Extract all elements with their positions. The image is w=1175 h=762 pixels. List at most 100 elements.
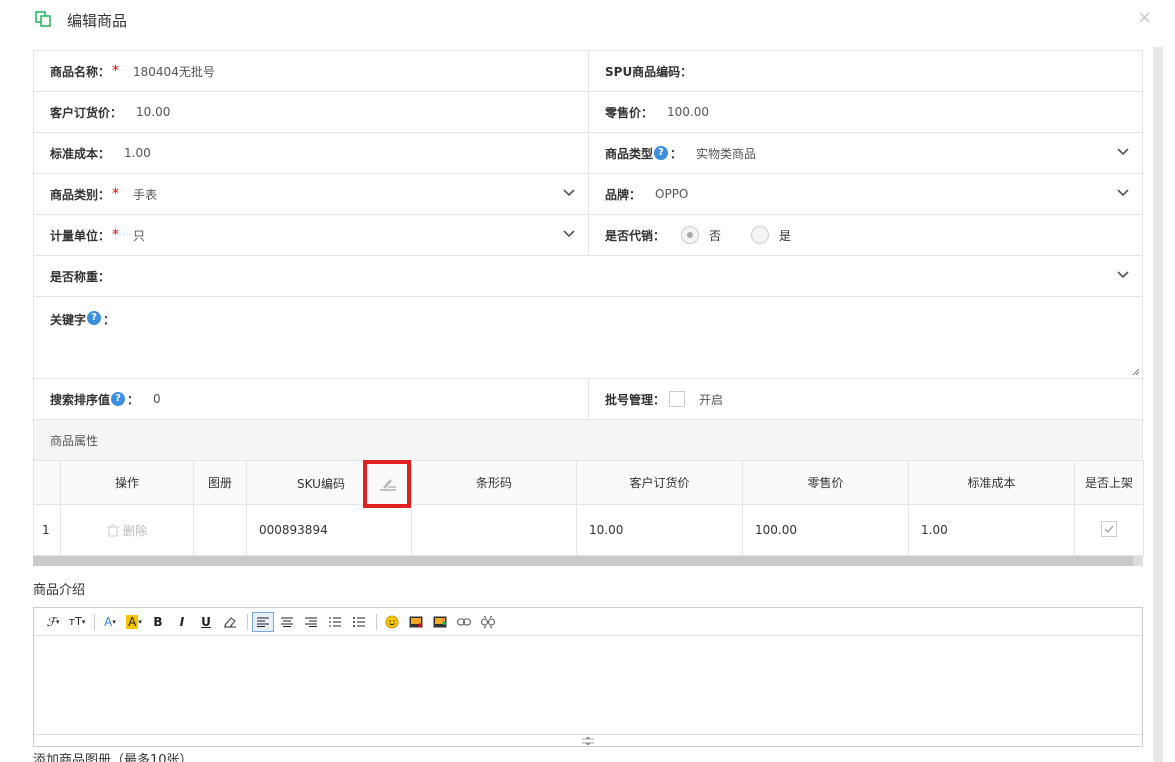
col-action: 操作 (60, 460, 194, 505)
toolbar-divider (376, 613, 377, 630)
horizontal-scrollbar[interactable] (33, 556, 1143, 566)
radio-no-label: 否 (709, 228, 722, 243)
attr-section-header: 商品属性 (34, 420, 1142, 461)
font-size-button[interactable]: тT ▾ (66, 612, 88, 632)
unit-value[interactable]: 只 (133, 227, 145, 244)
bold-button[interactable]: B (147, 612, 169, 632)
chevron-down-icon[interactable] (562, 186, 576, 200)
align-left-icon[interactable] (252, 611, 274, 632)
resize-handle-icon (582, 736, 594, 745)
col-retail-price: 零售价 (742, 460, 909, 505)
delete-label: 删除 (122, 523, 147, 538)
product-type-value[interactable]: 实物类商品 (696, 145, 756, 162)
help-icon[interactable]: ? (111, 392, 126, 406)
highlight-button[interactable]: A ▾ (123, 612, 145, 632)
batch-mgmt-checkbox[interactable] (669, 391, 686, 407)
album-cell[interactable] (193, 504, 247, 556)
brand-value[interactable]: OPPO (655, 187, 688, 201)
row-index: 1 (33, 504, 61, 556)
product-category-label: 商品类别： (50, 187, 111, 202)
product-category-field[interactable]: 商品类别： * 手表 (34, 174, 588, 214)
align-center-icon[interactable] (276, 612, 298, 632)
image-icon[interactable] (405, 612, 427, 632)
chevron-down-icon[interactable] (562, 227, 576, 241)
keywords-field[interactable]: 关键字?： (34, 297, 1142, 378)
consignment-label: 是否代销： (605, 228, 666, 243)
unit-field[interactable]: 计量单位： * 只 (34, 215, 588, 255)
intro-label: 商品介绍 (33, 583, 86, 598)
weighing-label: 是否称重： (50, 269, 111, 284)
unlink-icon[interactable] (477, 612, 499, 632)
barcode-cell[interactable] (411, 504, 577, 556)
table-row: 1 删除 000893894 10.00 100.00 1.00 (33, 504, 1144, 556)
toolbar-divider (247, 613, 248, 630)
sku-table: 操作 图册 SKU编码 条形码 客户订货价 零售价 标准成本 是否上架 1 删除… (33, 460, 1144, 556)
font-family-button[interactable]: ℱ ▾ (42, 612, 64, 632)
retail-price-cell[interactable]: 100.00 (742, 504, 909, 556)
font-color-button[interactable]: A ▾ (99, 612, 121, 632)
dialog-header: 编辑商品 × (0, 0, 1175, 40)
standard-cost-value[interactable]: 1.00 (124, 146, 151, 160)
retail-price-field[interactable]: 零售价： 100.00 (588, 92, 1142, 132)
brand-label: 品牌： (605, 187, 642, 202)
insert-image-icon[interactable] (429, 612, 451, 632)
editor-content[interactable] (34, 636, 1142, 735)
col-customer-price: 客户订货价 (576, 460, 743, 505)
customer-price-cell[interactable]: 10.00 (576, 504, 743, 556)
col-on-shelf: 是否上架 (1074, 460, 1144, 505)
help-icon[interactable]: ? (87, 311, 102, 325)
unordered-list-icon[interactable] (348, 612, 370, 632)
keywords-label: 关键字 (50, 313, 87, 327)
standard-cost-cell[interactable]: 1.00 (908, 504, 1075, 556)
rich-text-editor[interactable]: ℱ ▾ тT ▾ A ▾ A ▾ B I U (33, 607, 1143, 747)
product-category-value[interactable]: 手表 (133, 186, 157, 203)
ordered-list-icon[interactable] (324, 612, 346, 632)
product-name-value[interactable]: 180404无批号 (133, 63, 215, 80)
vertical-scrollbar[interactable] (1153, 47, 1163, 762)
chevron-down-icon[interactable] (1116, 145, 1130, 159)
weighing-field[interactable]: 是否称重： (34, 256, 1142, 296)
chevron-down-icon[interactable] (1116, 268, 1130, 282)
delete-button[interactable]: 删除 (60, 504, 194, 556)
close-icon[interactable]: × (1137, 7, 1152, 28)
align-right-icon[interactable] (300, 612, 322, 632)
radio-no[interactable] (681, 226, 700, 244)
help-icon[interactable]: ? (654, 146, 669, 160)
batch-edit-button[interactable] (363, 460, 411, 508)
customer-price-field[interactable]: 客户订货价： 10.00 (34, 92, 588, 132)
product-type-field[interactable]: 商品类型?： 实物类商品 (588, 133, 1142, 173)
italic-button[interactable]: I (171, 612, 193, 632)
toolbar-divider (94, 613, 95, 630)
col-album: 图册 (193, 460, 247, 505)
brand-field[interactable]: 品牌： OPPO (588, 174, 1142, 214)
underline-button[interactable]: U (195, 612, 217, 632)
album-label: 添加商品图册（最多10张） (33, 753, 193, 762)
scrollbar-thumb[interactable] (33, 556, 1133, 566)
retail-price-value[interactable]: 100.00 (667, 105, 709, 119)
sku-cell[interactable]: 000893894 (246, 504, 412, 556)
search-sort-value[interactable]: 0 (153, 392, 161, 406)
radio-yes[interactable] (751, 226, 770, 244)
retail-price-label: 零售价： (605, 105, 654, 120)
trash-icon (106, 524, 119, 536)
customer-price-label: 客户订货价： (50, 105, 123, 120)
link-icon[interactable] (453, 612, 475, 632)
customer-price-value[interactable]: 10.00 (136, 105, 170, 119)
col-barcode: 条形码 (411, 460, 577, 505)
table-header-row: 操作 图册 SKU编码 条形码 客户订货价 零售价 标准成本 是否上架 (33, 460, 1144, 508)
spu-code-field[interactable]: SPU商品编码： (588, 51, 1142, 91)
standard-cost-field[interactable]: 标准成本： 1.00 (34, 133, 588, 173)
eraser-icon[interactable] (219, 612, 241, 632)
edit-icon (380, 479, 396, 491)
product-name-field[interactable]: 商品名称： * 180404无批号 (34, 51, 588, 91)
emoji-icon[interactable] (381, 612, 403, 632)
spu-code-label: SPU商品编码： (605, 64, 693, 79)
search-sort-field[interactable]: 搜索排序值?： 0 (34, 379, 588, 419)
resize-grip-icon[interactable] (1132, 368, 1140, 376)
on-shelf-checkbox[interactable] (1101, 520, 1117, 537)
col-index (33, 460, 61, 505)
editor-resize-handle[interactable] (34, 734, 1142, 746)
batch-mgmt-label: 批号管理： (605, 392, 666, 407)
chevron-down-icon[interactable] (1116, 186, 1130, 200)
consignment-field: 是否代销： 否 是 (588, 215, 1142, 255)
